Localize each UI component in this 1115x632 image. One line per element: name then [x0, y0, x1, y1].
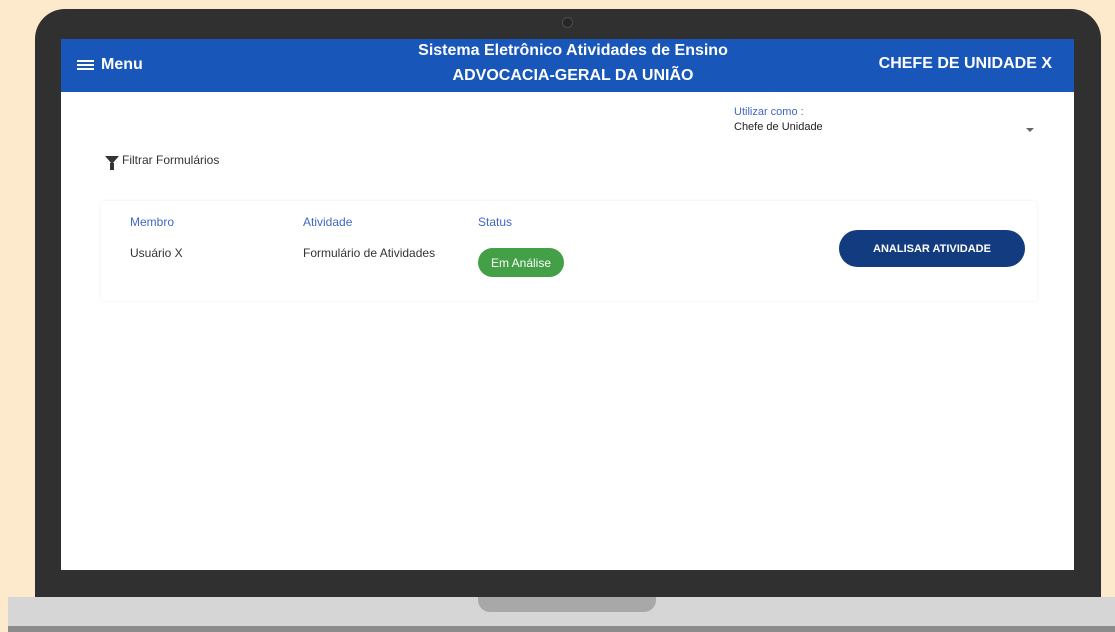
- filter-label: Filtrar Formulários: [122, 153, 220, 167]
- camera-icon: [562, 17, 573, 28]
- column-header-activity: Atividade: [303, 215, 353, 229]
- app-screen: Menu Sistema Eletrônico Atividades de En…: [61, 39, 1074, 570]
- status-badge: Em Análise: [478, 248, 564, 277]
- column-header-status: Status: [478, 215, 513, 229]
- analyze-activity-button[interactable]: ANALISAR ATIVIDADE: [839, 230, 1025, 267]
- row-activity: Formulário de Atividades: [303, 246, 436, 260]
- use-as-value: Chefe de Unidade: [734, 121, 823, 133]
- user-role: CHEFE DE UNIDADE X: [878, 55, 1052, 72]
- app-title: Sistema Eletrônico Atividades de Ensino: [418, 42, 728, 59]
- menu-button[interactable]: Menu: [77, 54, 143, 76]
- filter-icon: [105, 156, 119, 170]
- use-as-select[interactable]: Utilizar como : Chefe de Unidade: [734, 106, 1036, 140]
- row-member: Usuário X: [130, 246, 183, 260]
- column-header-member: Membro: [130, 215, 175, 229]
- use-as-label: Utilizar como :: [734, 106, 804, 118]
- laptop-base-edge: [8, 626, 1115, 632]
- hamburger-icon: [77, 58, 94, 72]
- activity-card: Membro Atividade Status Usuário X Formul…: [101, 201, 1037, 301]
- app-bar: Menu Sistema Eletrônico Atividades de En…: [61, 39, 1074, 92]
- filter-forms-button[interactable]: Filtrar Formulários: [105, 153, 220, 170]
- laptop-notch: [478, 597, 656, 612]
- menu-label: Menu: [101, 56, 143, 73]
- app-subtitle: ADVOCACIA-GERAL DA UNIÃO: [452, 67, 694, 84]
- caret-down-icon: [1026, 128, 1034, 132]
